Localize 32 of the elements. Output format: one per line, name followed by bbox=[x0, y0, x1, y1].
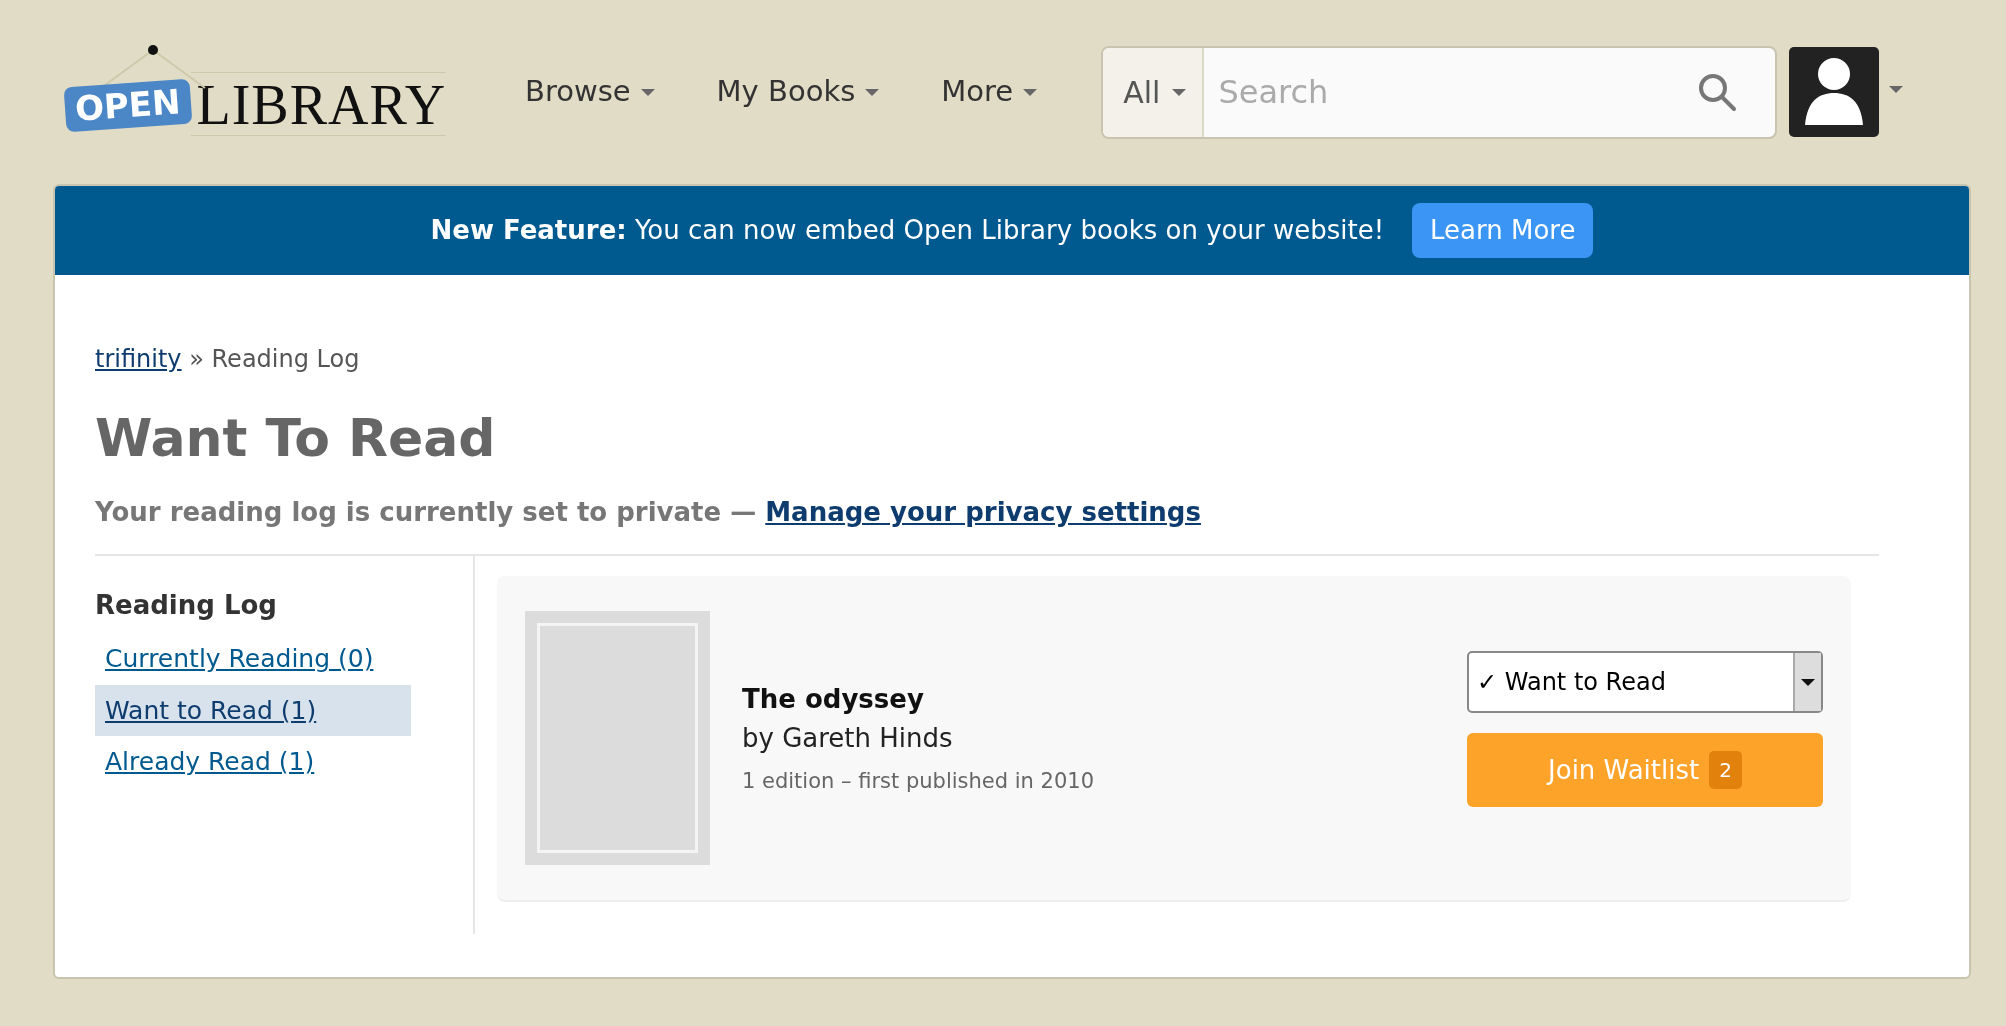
nav-menu[interactable]: Browse bbox=[525, 70, 655, 114]
logo-badge[interactable]: OPEN bbox=[63, 78, 192, 133]
breadcrumb-link[interactable]: trifinity bbox=[95, 345, 182, 373]
sidebar-link[interactable]: Already Read (1) bbox=[95, 736, 411, 788]
search-field[interactable]: All Search bbox=[1101, 45, 1778, 139]
account-button[interactable] bbox=[1789, 47, 1880, 137]
book-author: by Gareth Hinds bbox=[742, 721, 954, 755]
caret-icon bbox=[1801, 678, 1815, 686]
caret-icon[interactable] bbox=[1889, 85, 1904, 93]
breadcrumb-current: Reading Log bbox=[211, 345, 360, 373]
sidebar-link[interactable]: Currently Reading (0) bbox=[95, 633, 411, 685]
waitlist-count: 2 bbox=[1709, 751, 1742, 790]
caret-icon bbox=[1172, 88, 1187, 96]
caret-icon bbox=[865, 88, 880, 96]
banner-text: New Feature: You can now embed Open Library books on your website! bbox=[430, 214, 1385, 247]
person-icon bbox=[1803, 57, 1866, 127]
sidebar-heading: Reading Log bbox=[95, 589, 278, 623]
page-title: Want To Read bbox=[95, 407, 497, 470]
nav-menu[interactable]: More bbox=[941, 70, 1038, 114]
privacy-link[interactable]: Manage your privacy settings bbox=[765, 497, 1201, 528]
book-title[interactable]: The odyssey bbox=[742, 679, 1467, 719]
search-icon[interactable] bbox=[1697, 72, 1738, 112]
sidebar-link[interactable]: Want to Read (1) bbox=[95, 684, 411, 737]
book-meta: 1 edition – first published in 2010 bbox=[742, 767, 1095, 795]
scope-dropdown[interactable]: All bbox=[1103, 47, 1205, 137]
shelf-dropdown[interactable]: ✓ Want to Read bbox=[1467, 651, 1823, 714]
nav-menu[interactable]: My Books bbox=[716, 70, 880, 114]
caret-icon bbox=[640, 88, 655, 96]
caret-icon bbox=[1023, 88, 1038, 96]
privacy-notice: Your reading log is currently set to private — bbox=[95, 497, 758, 528]
breadcrumb-separator: » bbox=[188, 345, 205, 373]
logo-wordmark[interactable]: LIBRARY bbox=[190, 72, 447, 136]
